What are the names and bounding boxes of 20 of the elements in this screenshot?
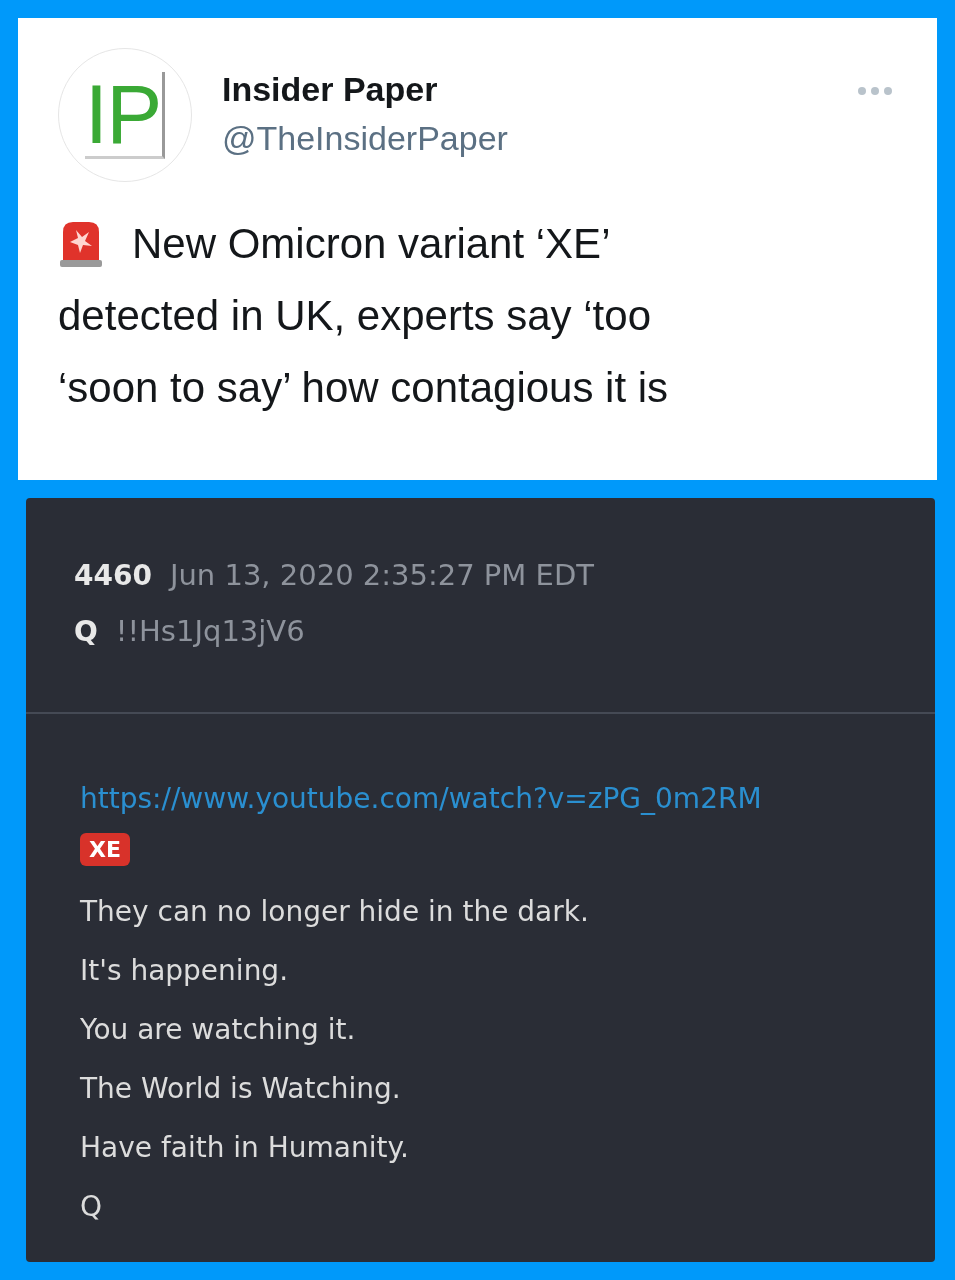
account-name: Insider Paper xyxy=(222,70,439,109)
author-name: Q xyxy=(74,615,98,648)
post-line: It's happening. xyxy=(80,953,289,989)
siren-icon xyxy=(58,220,104,268)
logo-text: IP xyxy=(84,71,166,159)
post-line: The World is Watching. xyxy=(80,1071,401,1107)
tweet-text: detected in UK, experts say ‘too xyxy=(58,291,651,341)
account-handle: @TheInsiderPaper xyxy=(222,119,509,158)
post-line: They can no longer hide in the dark. xyxy=(80,894,589,930)
tag-label: XE xyxy=(80,833,130,866)
post-date: Jun 13, 2020 2:35:27 PM EDT xyxy=(169,558,594,592)
video-link[interactable]: https://www.youtube.com/watch?v=zPG_0m2RM xyxy=(80,782,762,815)
tripcode: !!Hs1Jq13jV6 xyxy=(115,614,305,648)
tweet-text: ‘soon to say’ how contagious it is xyxy=(58,363,669,413)
more-icon[interactable] xyxy=(857,86,893,96)
post-number: 4460 xyxy=(74,559,152,592)
post-line: Q xyxy=(80,1189,103,1225)
post-line: You are watching it. xyxy=(80,1012,356,1048)
post-line: Have faith in Humanity. xyxy=(80,1130,409,1166)
tweet-text: New Omicron variant ‘XE’ xyxy=(132,219,611,269)
